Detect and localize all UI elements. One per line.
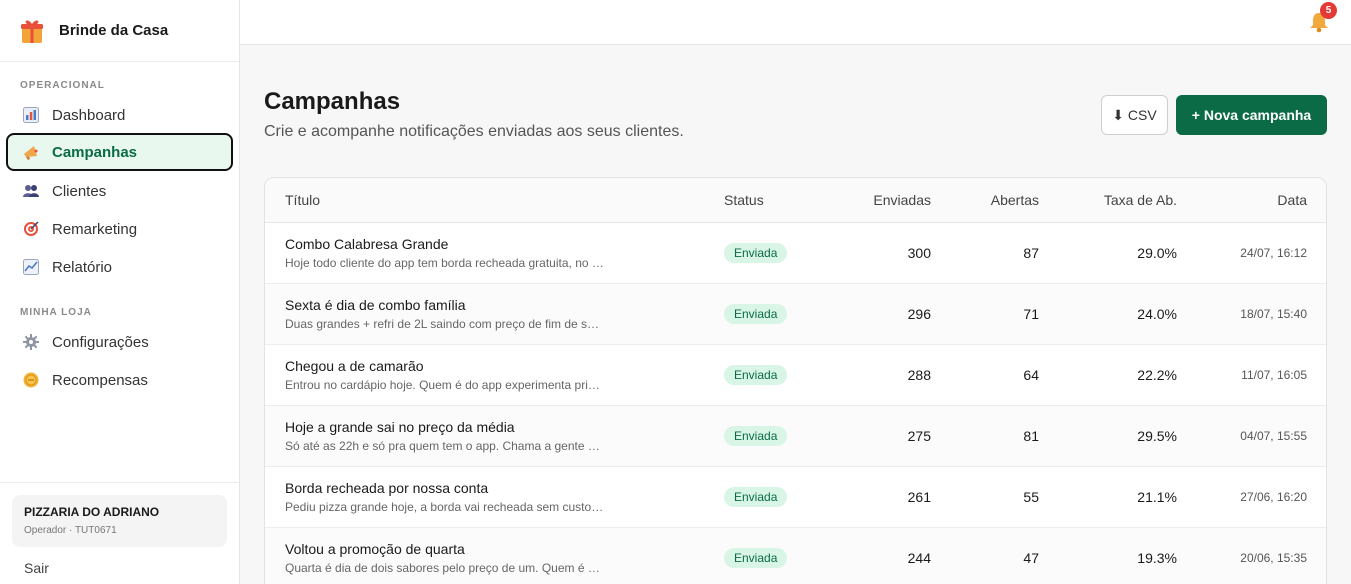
open-rate: 24.0% <box>1137 306 1177 322</box>
sidebar-divider <box>0 482 240 483</box>
coin-icon <box>22 371 40 389</box>
sidebar-item-label: Configurações <box>52 333 149 351</box>
sidebar: Brinde da Casa OPERACIONAL Dashboard Cam… <box>0 0 240 584</box>
table-row[interactable]: Borda recheada por nossa conta Pediu pizz… <box>265 467 1326 528</box>
sent-count: 261 <box>907 489 931 505</box>
campaigns-table: Título Status Enviadas Abertas Taxa de A… <box>264 177 1327 584</box>
line-chart-icon <box>22 258 40 276</box>
sidebar-item-clientes[interactable]: Clientes <box>6 172 233 210</box>
sent-count: 244 <box>907 550 931 566</box>
table-row[interactable]: Sexta é dia de combo família Duas grandes… <box>265 284 1326 345</box>
sent-date: 24/07, 16:12 <box>1240 246 1307 260</box>
campaign-description: Hoje todo cliente do app tem borda reche… <box>285 256 604 270</box>
table-row[interactable]: Voltou a promoção de quarta Quarta é dia … <box>265 528 1326 584</box>
opened-count: 47 <box>1023 550 1039 566</box>
opened-count: 64 <box>1023 367 1039 383</box>
table-row[interactable]: Chegou a de camarão Entrou no cardápio ho… <box>265 345 1326 406</box>
section-operacional: OPERACIONAL <box>20 80 105 91</box>
col-header-taxa[interactable]: Taxa de Ab. <box>1039 192 1177 208</box>
campaign-title: Chegou a de camarão <box>285 358 424 374</box>
page-title: Campanhas <box>264 88 401 115</box>
gift-icon <box>20 18 44 44</box>
open-rate: 29.5% <box>1137 428 1177 444</box>
logout-link[interactable]: Sair <box>24 560 49 576</box>
opened-count: 81 <box>1023 428 1039 444</box>
page-subtitle: Crie e acompanhe notificações enviadas a… <box>264 123 684 140</box>
sidebar-item-label: Relatório <box>52 258 113 276</box>
col-header-data[interactable]: Data <box>1177 192 1307 208</box>
sidebar-item-label: Dashboard <box>52 106 126 124</box>
export-csv-button[interactable]: ⬇ CSV <box>1101 95 1168 135</box>
table-body: Combo Calabresa Grande Hoje todo cliente … <box>265 223 1326 584</box>
store-card: PIZZARIA DO ADRIANO Operador · TUT0671 <box>12 495 227 547</box>
status-badge: Enviada <box>724 365 788 385</box>
table-header: Título Status Enviadas Abertas Taxa de A… <box>265 178 1326 223</box>
sent-count: 275 <box>907 428 931 444</box>
open-rate: 19.3% <box>1137 550 1177 566</box>
sidebar-item-label: Clientes <box>52 182 107 200</box>
col-header-abertas[interactable]: Abertas <box>931 192 1039 208</box>
sidebar-item-configuracoes[interactable]: Configurações <box>6 323 233 361</box>
col-header-status[interactable]: Status <box>704 192 826 208</box>
status-badge: Enviada <box>724 548 788 568</box>
campaign-description: Duas grandes + refri de 2L saindo com pr… <box>285 317 600 331</box>
gear-icon <box>22 333 40 351</box>
col-header-titulo[interactable]: Título <box>265 192 704 208</box>
operator-code: Operador · TUT0671 <box>24 525 117 536</box>
opened-count: 55 <box>1023 489 1039 505</box>
sent-count: 300 <box>907 245 931 261</box>
campaign-title: Voltou a promoção de quarta <box>285 541 465 557</box>
sidebar-item-label: Recompensas <box>52 371 148 389</box>
sent-count: 288 <box>907 367 931 383</box>
campaign-title: Combo Calabresa Grande <box>285 236 449 252</box>
sidebar-item-campanhas[interactable]: Campanhas <box>6 133 233 171</box>
sidebar-item-label: Remarketing <box>52 220 138 238</box>
open-rate: 21.1% <box>1137 489 1177 505</box>
sent-date: 20/06, 15:35 <box>1240 551 1307 565</box>
campaign-title: Sexta é dia de combo família <box>285 297 466 313</box>
sidebar-item-recompensas[interactable]: Recompensas <box>6 361 233 399</box>
campaign-description: Só até as 22h e só pra quem tem o app. C… <box>285 439 600 453</box>
bar-chart-icon <box>22 106 40 124</box>
topbar: 5 <box>240 0 1351 45</box>
sent-date: 18/07, 15:40 <box>1240 307 1307 321</box>
opened-count: 71 <box>1023 306 1039 322</box>
users-icon <box>22 182 40 200</box>
sidebar-item-remarketing[interactable]: Remarketing <box>6 210 233 248</box>
sidebar-item-label: Campanhas <box>52 143 138 161</box>
new-campaign-button[interactable]: + Nova campanha <box>1176 95 1327 135</box>
status-badge: Enviada <box>724 304 788 324</box>
table-row[interactable]: Combo Calabresa Grande Hoje todo cliente … <box>265 223 1326 284</box>
sent-date: 27/06, 16:20 <box>1240 490 1307 504</box>
status-badge: Enviada <box>724 426 788 446</box>
sent-date: 11/07, 16:05 <box>1241 368 1307 382</box>
campaign-description: Quarta é dia de dois sabores pelo preço … <box>285 561 600 575</box>
store-name: PIZZARIA DO ADRIANO <box>24 505 160 519</box>
status-badge: Enviada <box>724 487 788 507</box>
campaign-title: Hoje a grande sai no preço da média <box>285 419 515 435</box>
sent-date: 04/07, 15:55 <box>1240 429 1307 443</box>
sidebar-item-relatorio[interactable]: Relatório <box>6 248 233 286</box>
campaign-description: Entrou no cardápio hoje. Quem é do app e… <box>285 378 600 392</box>
campaign-description: Pediu pizza grande hoje, a borda vai rec… <box>285 500 604 514</box>
status-badge: Enviada <box>724 243 788 263</box>
table-row[interactable]: Hoje a grande sai no preço da média Só at… <box>265 406 1326 467</box>
brand[interactable]: Brinde da Casa <box>0 0 239 62</box>
brand-name: Brinde da Casa <box>59 22 169 39</box>
open-rate: 29.0% <box>1137 245 1177 261</box>
col-header-enviadas[interactable]: Enviadas <box>826 192 931 208</box>
megaphone-icon <box>22 143 40 161</box>
target-icon <box>22 220 40 238</box>
campaign-title: Borda recheada por nossa conta <box>285 480 489 496</box>
opened-count: 87 <box>1023 245 1039 261</box>
sidebar-item-dashboard[interactable]: Dashboard <box>6 96 233 134</box>
notification-badge: 5 <box>1320 2 1337 19</box>
section-minha-loja: MINHA LOJA <box>20 307 92 318</box>
sent-count: 296 <box>907 306 931 322</box>
open-rate: 22.2% <box>1137 367 1177 383</box>
